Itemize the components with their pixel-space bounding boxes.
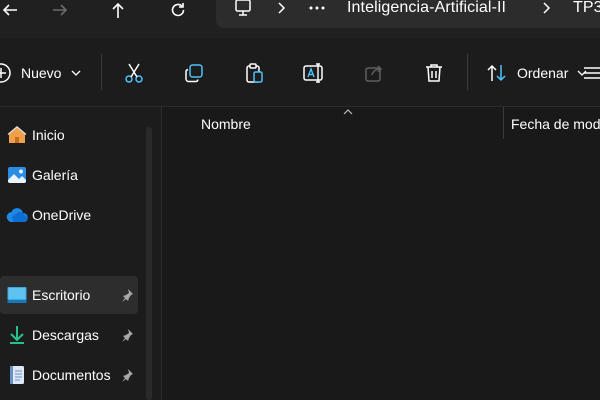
title-address-bar: Inteligencia-Artificial-II TP3 [0,0,600,38]
scissors-icon [125,63,143,83]
chevron-right-icon[interactable] [541,0,551,16]
share-button[interactable] [361,60,387,86]
copy-button[interactable] [181,60,207,86]
share-icon [365,65,383,82]
column-header-label: Nombre [201,116,251,132]
nav-item-label: OneDrive [32,207,92,223]
desktop-icon [6,284,28,306]
clipboard-icon [246,63,263,83]
this-pc-button[interactable] [234,0,252,16]
rename-icon [303,63,323,83]
toolbar-divider [467,54,468,90]
nav-item-label: Escritorio [32,287,91,303]
nav-item-escritorio[interactable]: Escritorio [0,276,138,314]
nav-item-label: Descargas [32,327,99,343]
toolbar-divider [101,54,102,90]
plus-circle-icon [0,63,11,83]
nav-item-documentos[interactable]: Documentos [0,356,138,394]
copy-icon [185,64,203,83]
nav-item-label: Documentos [32,367,111,383]
breadcrumb-item[interactable]: Inteligencia-Artificial-II [347,0,506,16]
overflow-dots-button[interactable] [309,0,325,16]
chevron-right-icon[interactable] [276,0,286,16]
delete-button[interactable] [421,60,447,86]
sort-ascending-caret-icon [343,109,353,115]
forward-arrow-icon [53,4,68,16]
document-icon [6,364,28,386]
onedrive-cloud-icon [6,204,28,226]
up-arrow-icon [112,2,124,18]
gallery-icon [6,164,28,186]
sort-button-label: Ordenar [517,65,569,81]
nav-item-galeria[interactable]: Galería [0,156,138,194]
nav-item-label: Galería [32,167,78,183]
address-bar[interactable]: Inteligencia-Artificial-II TP3 [216,0,600,28]
up-button[interactable] [100,0,136,20]
navigation-pane: Inicio Galería OneDrive Escritorio Desca… [0,107,160,400]
cut-button[interactable] [121,60,147,86]
download-icon [6,324,28,346]
back-button[interactable] [0,0,28,20]
new-button[interactable]: Nuevo [0,60,81,86]
forward-button[interactable] [42,0,78,20]
rename-button[interactable] [301,60,327,86]
breadcrumb-item[interactable]: TP3 [573,0,600,16]
sort-arrows-icon [487,64,506,82]
column-header-label: Fecha de mod [511,116,600,132]
nav-item-label: Inicio [32,127,65,143]
computer-icon [235,0,251,16]
breadcrumb-label: TP3 [573,0,600,16]
file-list: Nombre Fecha de mod [162,107,600,400]
back-arrow-icon [2,4,17,16]
pin-icon[interactable] [120,328,134,342]
column-resize-handle[interactable] [503,107,504,139]
view-icon [584,67,600,79]
refresh-icon [171,3,185,17]
refresh-button[interactable] [160,0,196,20]
home-icon [6,124,28,146]
nav-item-descargas[interactable]: Descargas [0,316,138,354]
chevron-down-icon [72,70,81,76]
column-header-name[interactable]: Nombre [201,107,251,141]
column-header-date[interactable]: Fecha de mod [511,107,600,141]
nav-item-onedrive[interactable]: OneDrive [0,196,138,234]
pin-icon[interactable] [120,288,134,302]
nav-item-inicio[interactable]: Inicio [0,116,138,154]
new-button-label: Nuevo [21,65,62,81]
pin-icon[interactable] [120,368,134,382]
paste-button[interactable] [241,60,267,86]
view-button[interactable] [580,60,600,86]
navigation-scrollbar[interactable] [146,127,152,400]
sort-button[interactable]: Ordenar [486,60,587,86]
command-bar: Nuevo Ordenar [0,38,600,107]
more-dots-icon [309,6,325,10]
breadcrumb-label: Inteligencia-Artificial-II [347,0,507,16]
trash-icon [426,64,442,82]
